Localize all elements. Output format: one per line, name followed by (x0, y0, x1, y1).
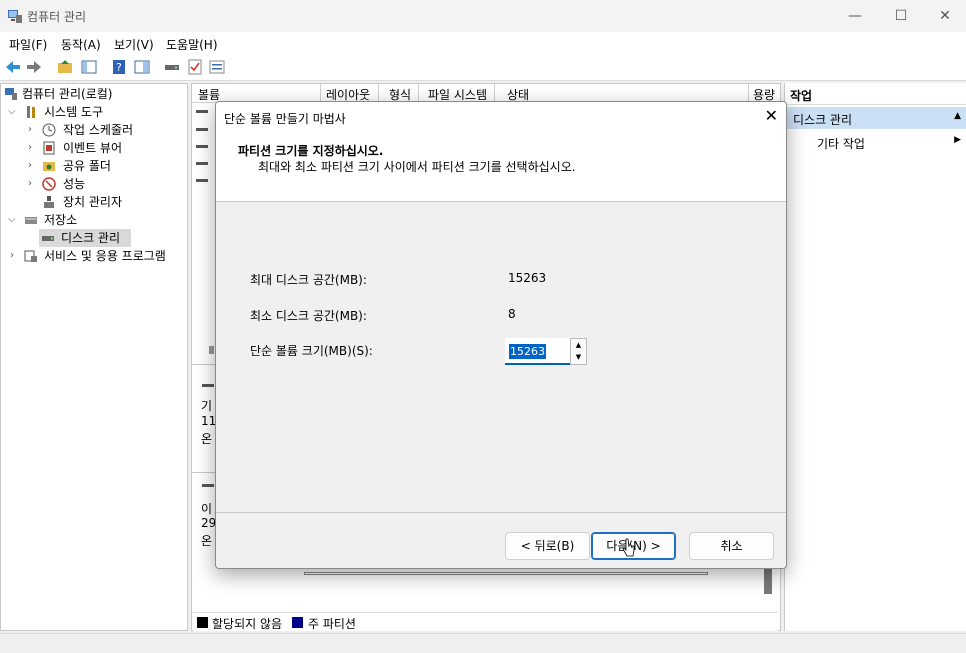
show-hide-tree-icon[interactable] (80, 58, 98, 76)
cancel-button[interactable]: 취소 (689, 532, 774, 560)
chevron-right-icon[interactable]: › (28, 121, 32, 139)
disk2-status: 온 (201, 534, 213, 548)
collapse-up-icon[interactable]: ▲ (954, 111, 961, 121)
tree-label: 시스템 도구 (44, 105, 104, 119)
mouse-cursor-icon (622, 538, 635, 557)
dialog-title-bar: 단순 볼륨 만들기 마법사 ✕ (216, 102, 786, 132)
window-title: 컴퓨터 관리 (27, 10, 87, 24)
up-folder-icon[interactable] (56, 58, 74, 76)
menu-bar: 파일(F) 동작(A) 보기(V) 도움말(H) (0, 32, 966, 54)
dialog-close-button[interactable]: ✕ (765, 106, 778, 125)
menu-file[interactable]: 파일(F) (9, 36, 47, 53)
unallocated-swatch (197, 617, 208, 628)
max-space-value: 15263 (508, 271, 547, 285)
tree-label: 공유 폴더 (63, 159, 111, 173)
min-space-value: 8 (508, 307, 516, 321)
tree-label: 성능 (63, 177, 86, 191)
tree-label: 이벤트 뷰어 (63, 141, 123, 155)
partition-legend: 할당되지 않음 주 파티션 (193, 612, 778, 631)
step-description: 최대와 최소 파티션 크기 사이에서 파티션 크기를 선택하십시오. (258, 160, 576, 174)
legend-unallocated: 할당되지 않음 (212, 617, 283, 631)
tree-label: 작업 스케줄러 (63, 123, 134, 137)
event-viewer-icon (43, 141, 55, 155)
maximize-button[interactable]: ☐ (878, 0, 924, 32)
disk2-label: 이 (201, 502, 213, 516)
disk-properties-icon[interactable] (163, 58, 181, 76)
spinner-arrows: ▲ ▼ (570, 338, 587, 365)
menu-help[interactable]: 도움말(H) (166, 36, 218, 53)
chevron-right-icon[interactable]: › (28, 175, 32, 193)
volume-size-input[interactable]: 15263 (509, 344, 546, 359)
dialog-title: 단순 볼륨 만들기 마법사 (224, 112, 346, 126)
disk1-label: 기 (201, 399, 213, 413)
scroll-marker (209, 346, 214, 354)
volume-row-icon (196, 110, 208, 113)
action-label: 기타 작업 (817, 137, 865, 151)
help-icon[interactable]: ? (110, 58, 128, 76)
services-icon (24, 250, 37, 262)
list-view-icon[interactable] (208, 58, 226, 76)
volume-row-icon (196, 145, 208, 148)
computer-management-icon (8, 10, 22, 23)
navigation-tree: 컴퓨터 관리(로컬) ⌵ 시스템 도구 › 작업 스케줄러 › 이벤트 뷰어 ›… (0, 83, 188, 631)
disk1-status: 온 (201, 432, 213, 446)
device-manager-icon (44, 196, 54, 208)
action-more-actions[interactable]: 기타 작업 ▶ (785, 131, 966, 153)
primary-partition-swatch (292, 617, 303, 628)
title-bar: 컴퓨터 관리 — ☐ ✕ (0, 0, 966, 32)
chevron-down-icon[interactable]: ⌵ (8, 103, 16, 121)
volume-row-icon (196, 128, 208, 131)
menu-view[interactable]: 보기(V) (114, 36, 154, 53)
computer-management-icon (5, 88, 17, 100)
back-button[interactable]: < 뒤로(B) (505, 532, 590, 560)
tree-label: 컴퓨터 관리(로컬) (22, 87, 113, 101)
min-space-label: 최소 디스크 공간(MB): (250, 309, 367, 323)
chevron-down-icon[interactable]: ⌵ (8, 211, 16, 229)
legend-primary: 주 파티션 (308, 617, 356, 631)
disk-management-icon (42, 236, 54, 241)
spin-down-icon[interactable]: ▼ (571, 351, 586, 363)
action-group-disk-management[interactable]: 디스크 관리 ▲ (785, 107, 966, 129)
max-space-label: 최대 디스크 공간(MB): (250, 273, 367, 287)
show-hide-action-pane-icon[interactable] (133, 58, 151, 76)
chevron-right-icon[interactable]: › (28, 157, 32, 175)
dialog-header: 파티션 크기를 지정하십시오. 최대와 최소 파티션 크기 사이에서 파티션 크… (216, 132, 786, 202)
minimize-button[interactable]: — (832, 0, 878, 32)
volume-size-label: 단순 볼륨 크기(MB)(S): (250, 344, 373, 358)
actions-header: 작업 (785, 83, 966, 105)
clock-icon (42, 123, 56, 137)
volume-row-icon (196, 179, 208, 182)
toolbar: ? (0, 54, 966, 81)
performance-icon (42, 177, 56, 191)
chevron-right-icon[interactable]: › (28, 139, 32, 157)
tree-label: 장치 관리자 (63, 195, 123, 209)
submenu-arrow-icon: ▶ (954, 135, 961, 145)
tools-icon (27, 106, 35, 118)
new-simple-volume-wizard: 단순 볼륨 만들기 마법사 ✕ 파티션 크기를 지정하십시오. 최대와 최소 파… (215, 101, 787, 569)
disk-icon (202, 484, 214, 487)
shared-folder-icon (43, 162, 55, 171)
partition-bar (304, 572, 708, 575)
step-heading: 파티션 크기를 지정하십시오. (238, 144, 384, 158)
volume-size-spinner[interactable]: 15263 ▲ ▼ (505, 338, 587, 365)
volume-row-icon (196, 162, 208, 165)
tree-label: 서비스 및 응용 프로그램 (44, 249, 166, 263)
tree-item-disk-management[interactable]: 디스크 관리 (39, 229, 131, 247)
actions-pane: 작업 디스크 관리 ▲ 기타 작업 ▶ (784, 83, 966, 631)
svg-text:?: ? (116, 61, 122, 74)
chevron-right-icon[interactable]: › (10, 247, 14, 265)
forward-arrow-icon[interactable] (25, 58, 43, 76)
spin-up-icon[interactable]: ▲ (571, 339, 586, 351)
status-bar (0, 633, 966, 653)
tree-label: 저장소 (44, 213, 78, 227)
storage-icon (25, 217, 37, 224)
menu-action[interactable]: 동작(A) (61, 36, 101, 53)
action-group-label: 디스크 관리 (793, 113, 853, 127)
back-arrow-icon[interactable] (4, 58, 22, 76)
tree-label: 디스크 관리 (61, 231, 121, 245)
close-window-button[interactable]: ✕ (922, 0, 966, 32)
disk-icon (202, 384, 214, 387)
checklist-icon[interactable] (186, 58, 204, 76)
